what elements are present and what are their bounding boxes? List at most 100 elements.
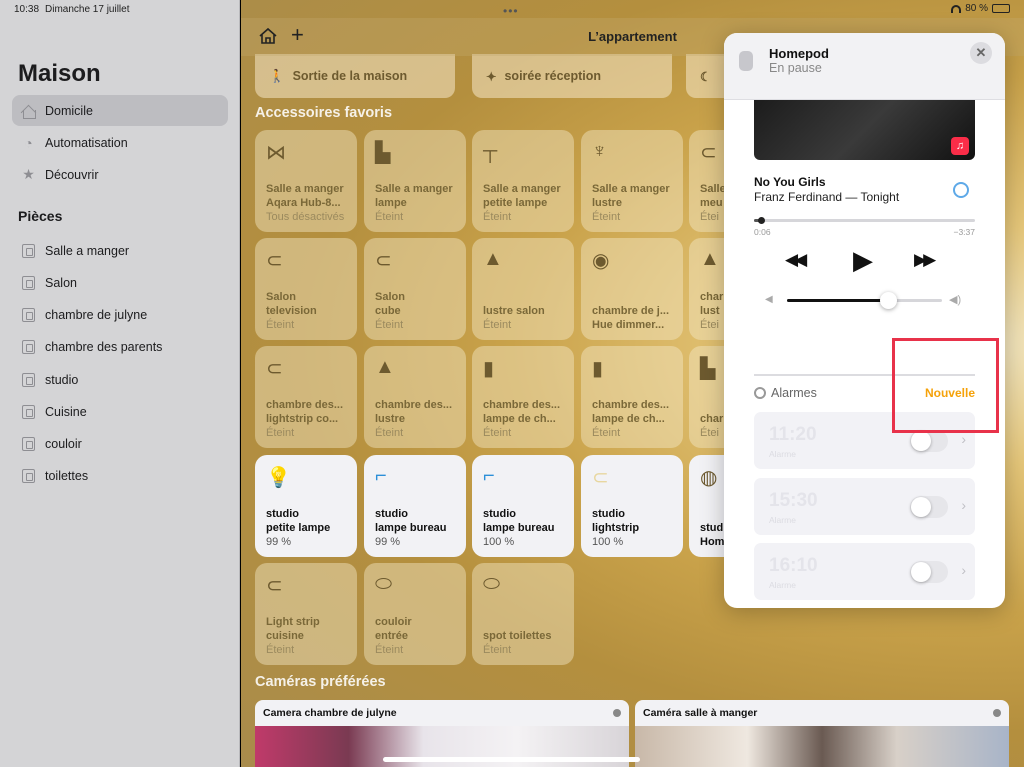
homepod-icon	[739, 51, 753, 71]
rewind-button[interactable]: ◀◀	[785, 244, 807, 276]
sidebar-room-salle-a-manger[interactable]: Salle a manger	[12, 235, 228, 266]
accessory-status: Éteint	[266, 319, 295, 331]
play-button[interactable]: ▶	[853, 244, 873, 276]
accessory-tile[interactable]: ◉ chambre de j... Hue dimmer...	[581, 238, 683, 340]
sidebar-item-label: Domicile	[45, 103, 93, 118]
scene-sortie[interactable]: 🚶 Sortie de la maison	[255, 54, 455, 98]
sidebar-item-domicile[interactable]: Domicile	[12, 95, 228, 126]
accessory-tile[interactable]: ⊂ Salon cube Éteint	[364, 238, 466, 340]
accessory-tile[interactable]: ⌐ studio lampe bureau 100 %	[472, 455, 574, 557]
accessory-status: Éteint	[375, 211, 404, 223]
accessory-tile[interactable]: ▙ Salle a manger lampe Éteint	[364, 130, 466, 232]
accessory-name: Aqara Hub-8...	[266, 197, 341, 209]
accessory-tile[interactable]: ⋈ Salle a manger Aqara Hub-8... Tous désact…	[255, 130, 357, 232]
sidebar-item-decouvrir[interactable]: ★ Découvrir	[12, 159, 228, 190]
close-button[interactable]: ✕	[970, 42, 992, 64]
sidebar-room-salon[interactable]: Salon	[12, 267, 228, 298]
progress-knob[interactable]	[757, 217, 765, 224]
time-remaining: −3:37	[953, 227, 975, 237]
accessory-status: Éteint	[375, 319, 404, 331]
scene-label: Sortie de la maison	[292, 69, 408, 83]
accessory-tile[interactable]: ⊂ Light strip cuisine Éteint	[255, 563, 357, 665]
bulb-icon: 💡	[266, 467, 291, 489]
accessory-room: Salle a manger	[375, 183, 453, 195]
accessory-room: studio	[375, 508, 408, 520]
table-lamp-icon: ▙	[375, 142, 391, 164]
scene-label: soirée réception	[504, 69, 602, 83]
accessory-tile[interactable]: ⊂ chambre des... lightstrip co... Éteint	[255, 346, 357, 448]
sidebar-room-label: Salle a manger	[45, 243, 130, 258]
room-icon	[20, 467, 37, 484]
accessory-tile[interactable]: ▲ lustre salon Éteint	[472, 238, 574, 340]
multitasking-dots-icon[interactable]: •••	[503, 4, 519, 18]
accessory-name: cuisine	[266, 630, 304, 642]
accessory-tile[interactable]: ♆ Salle a manger lustre Éteint	[581, 130, 683, 232]
alarm-toggle[interactable]	[910, 561, 948, 583]
sidebar-item-automatisation[interactable]: ◔ Automatisation	[12, 127, 228, 158]
accessory-tile[interactable]: ▮ chambre des... lampe de ch... Éteint	[581, 346, 683, 448]
scene-soiree[interactable]: ✦ soirée réception	[472, 54, 672, 98]
room-icon	[20, 242, 37, 259]
home-indicator[interactable]	[383, 757, 640, 762]
alarm-row[interactable]: 15:30 Alarme ›	[754, 478, 975, 535]
accessory-tile[interactable]: 💡 studio petite lampe 99 %	[255, 455, 357, 557]
accessory-status: 99 %	[375, 536, 401, 548]
desk-lamp-icon: ⌐	[483, 465, 495, 487]
accessory-status: Éteint	[375, 644, 404, 656]
chevron-right-icon[interactable]: ›	[961, 562, 966, 578]
sidebar-room-cuisine[interactable]: Cuisine	[12, 396, 228, 427]
sidebar-room-chambre-des-parents[interactable]: chambre des parents	[12, 331, 228, 362]
status-time: 10:38	[14, 4, 40, 15]
sidebar-room-chambre-de-julyne[interactable]: chambre de julyne	[12, 299, 228, 330]
volume-low-icon: ◀	[765, 294, 773, 305]
accessory-tile[interactable]: ▲ chambre des... lustre Éteint	[364, 346, 466, 448]
accessory-name: lampe bureau	[375, 522, 447, 534]
alarms-label: Alarmes	[771, 386, 817, 400]
forward-button[interactable]: ▶▶	[914, 244, 936, 276]
sidebar-room-label: chambre des parents	[45, 339, 163, 354]
chevron-right-icon[interactable]: ›	[961, 431, 966, 447]
accessory-room: chambre de j...	[592, 305, 670, 317]
chevron-right-icon[interactable]: ›	[961, 497, 966, 513]
pendant-lamp-icon: ▲	[483, 248, 503, 270]
camera-tile-salle-a-manger[interactable]: Caméra salle à manger	[635, 700, 1009, 767]
accessory-status: Éteint	[375, 427, 404, 439]
tube-lamp-icon: ▮	[483, 358, 495, 380]
time-elapsed: 0:06	[754, 227, 771, 237]
accessory-name: cube	[375, 305, 401, 317]
accessory-tile[interactable]: ⬭ spot toilettes Éteint	[472, 563, 574, 665]
accessory-tile[interactable]: ▮ chambre des... lampe de ch... Éteint	[472, 346, 574, 448]
device-status: En pause	[769, 61, 822, 75]
accessory-tile[interactable]: ┬ Salle a manger petite lampe Éteint	[472, 130, 574, 232]
volume-knob[interactable]	[879, 292, 897, 309]
room-icon	[20, 338, 37, 355]
camera-label: Caméra salle à manger	[643, 707, 758, 719]
playback-progress[interactable]	[754, 217, 975, 224]
desk-lamp-icon: ⌐	[375, 465, 387, 487]
alarms-heading: Alarmes	[754, 386, 817, 400]
alarm-toggle[interactable]	[910, 430, 948, 452]
alarm-row[interactable]: 16:10 Alarme ›	[754, 543, 975, 600]
accessory-tile[interactable]: ⊂ Salon television Éteint	[255, 238, 357, 340]
sidebar-room-couloir[interactable]: couloir	[12, 428, 228, 459]
accessory-room: spot toilettes	[483, 630, 552, 642]
alarm-time: 16:10	[769, 555, 818, 576]
sidebar-room-label: Cuisine	[45, 404, 87, 419]
volume-slider[interactable]	[787, 292, 942, 309]
accessory-name: petite lampe	[483, 197, 548, 209]
accessory-tile[interactable]: ⊂ studio lightstrip 100 %	[581, 455, 683, 557]
sidebar-room-toilettes[interactable]: toilettes	[12, 460, 228, 491]
sidebar-item-label: Automatisation	[45, 135, 128, 150]
apple-music-icon: ♫	[951, 137, 969, 155]
clock-icon: ◔	[24, 134, 33, 151]
airplay-icon[interactable]	[953, 182, 969, 198]
accessory-status: Éteint	[483, 644, 512, 656]
sidebar-room-studio[interactable]: studio	[12, 364, 228, 395]
accessory-room: chambre des...	[592, 399, 670, 411]
accessory-status: Éteint	[483, 427, 512, 439]
accessory-tile[interactable]: ⌐ studio lampe bureau 99 %	[364, 455, 466, 557]
accessory-room: studio	[483, 508, 516, 520]
accessory-tile[interactable]: ⬭ couloir entrée Éteint	[364, 563, 466, 665]
accessory-room: Salle a manger	[266, 183, 344, 195]
alarm-toggle[interactable]	[910, 496, 948, 518]
